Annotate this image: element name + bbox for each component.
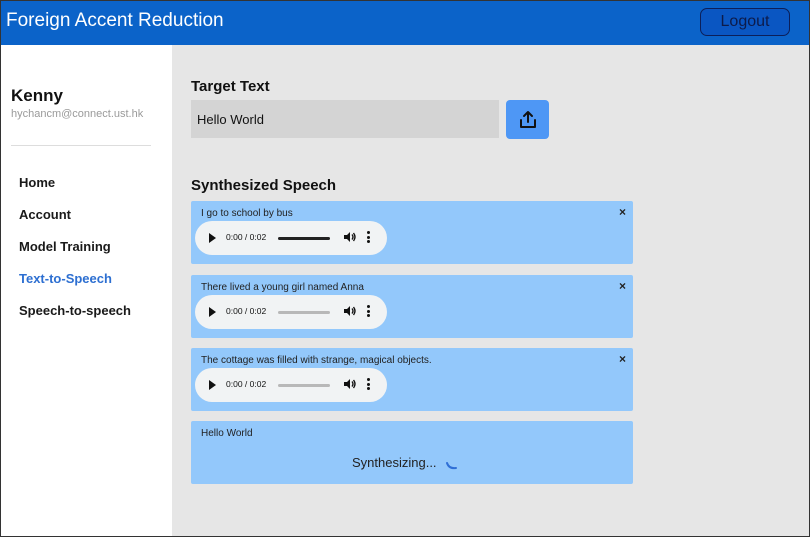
audio-progress-bar[interactable] <box>278 311 330 314</box>
volume-icon[interactable] <box>343 304 357 318</box>
sidebar-item-speech-to-speech[interactable]: Speech-to-speech <box>19 303 131 318</box>
audio-time: 0:00 / 0:02 <box>226 306 267 316</box>
pending-speech-text: Hello World <box>201 428 253 439</box>
audio-progress-bar[interactable] <box>278 237 330 240</box>
logout-button[interactable]: Logout <box>700 8 790 36</box>
more-options-icon[interactable] <box>367 231 371 245</box>
sidebar-item-model-training[interactable]: Model Training <box>19 239 111 254</box>
audio-time: 0:00 / 0:02 <box>226 232 267 242</box>
play-icon[interactable] <box>209 380 216 390</box>
more-options-icon[interactable] <box>367 305 371 319</box>
close-icon[interactable]: × <box>619 205 626 219</box>
speech-card-text: I go to school by bus <box>201 208 293 219</box>
sidebar-item-account[interactable]: Account <box>19 207 71 222</box>
app-title: Foreign Accent Reduction <box>6 10 224 31</box>
target-text-input[interactable]: Hello World <box>191 100 499 138</box>
upload-icon <box>519 110 536 128</box>
sidebar-item-home[interactable]: Home <box>19 175 55 190</box>
synthesized-speech-heading: Synthesized Speech <box>191 177 337 194</box>
play-icon[interactable] <box>209 307 216 317</box>
sidebar-item-text-to-speech[interactable]: Text-to-Speech <box>19 271 112 286</box>
sidebar: Kenny hychancm@connect.ust.hk Home Accou… <box>0 45 172 537</box>
upload-button[interactable] <box>506 100 549 139</box>
speech-card: I go to school by bus × 0:00 / 0:02 <box>191 201 633 264</box>
more-options-icon[interactable] <box>367 378 371 392</box>
close-icon[interactable]: × <box>619 279 626 293</box>
loading-spinner-icon <box>446 462 457 470</box>
volume-icon[interactable] <box>343 230 357 244</box>
speech-card-text: There lived a young girl named Anna <box>201 282 364 293</box>
top-bar: Foreign Accent Reduction Logout <box>0 0 810 45</box>
speech-card: The cottage was filled with strange, mag… <box>191 348 633 411</box>
user-name: Kenny <box>11 86 63 105</box>
sidebar-divider <box>11 145 151 146</box>
audio-time: 0:00 / 0:02 <box>226 379 267 389</box>
user-email: hychancm@connect.ust.hk <box>11 108 144 120</box>
close-icon[interactable]: × <box>619 352 626 366</box>
pending-speech-card: Hello World Synthesizing... <box>191 421 633 484</box>
speech-card-text: The cottage was filled with strange, mag… <box>201 355 432 366</box>
audio-progress-bar[interactable] <box>278 384 330 387</box>
play-icon[interactable] <box>209 233 216 243</box>
main-content: Target Text Hello World Synthesized Spee… <box>172 45 810 537</box>
speech-card: There lived a young girl named Anna × 0:… <box>191 275 633 338</box>
synthesizing-status: Synthesizing... <box>352 455 437 470</box>
audio-player: 0:00 / 0:02 <box>195 295 387 329</box>
audio-player: 0:00 / 0:02 <box>195 221 387 255</box>
audio-player: 0:00 / 0:02 <box>195 368 387 402</box>
volume-icon[interactable] <box>343 377 357 391</box>
target-text-heading: Target Text <box>191 78 270 95</box>
